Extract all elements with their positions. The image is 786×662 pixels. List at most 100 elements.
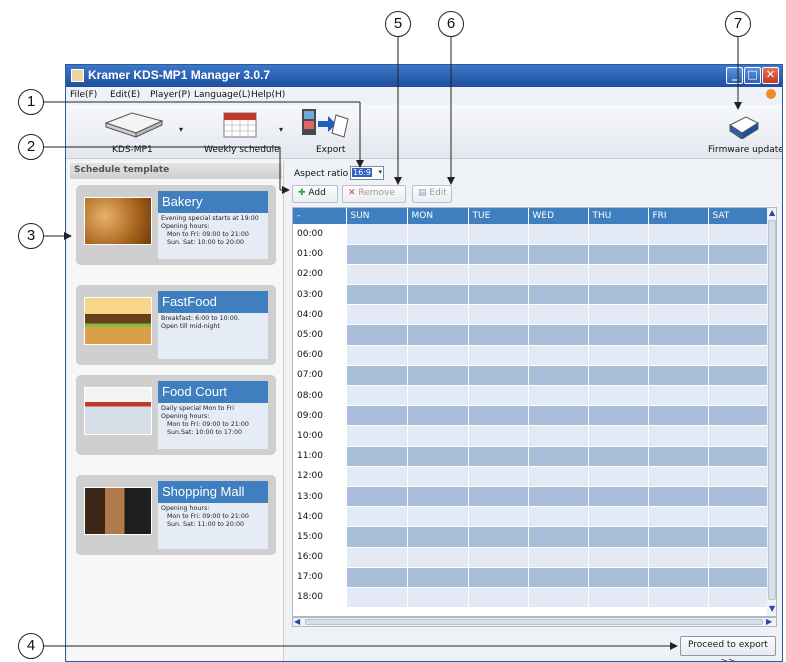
vertical-scroll-thumb[interactable] [768, 220, 776, 600]
schedule-slot-cell[interactable] [346, 324, 408, 346]
schedule-slot-cell[interactable] [407, 425, 469, 447]
schedule-slot-cell[interactable] [468, 304, 529, 326]
schedule-slot-cell[interactable] [528, 244, 589, 265]
schedule-slot-cell[interactable] [528, 446, 589, 467]
schedule-slot-cell[interactable] [468, 547, 529, 568]
schedule-slot-cell[interactable] [346, 587, 408, 609]
schedule-slot-cell[interactable] [708, 324, 768, 346]
schedule-slot-cell[interactable] [528, 324, 589, 346]
schedule-slot-cell[interactable] [407, 304, 469, 326]
schedule-slot-cell[interactable] [468, 345, 529, 366]
schedule-slot-cell[interactable] [468, 264, 529, 286]
schedule-slot-cell[interactable] [648, 405, 709, 427]
schedule-slot-cell[interactable] [407, 587, 469, 609]
schedule-slot-cell[interactable] [648, 547, 709, 568]
schedule-slot-cell[interactable] [346, 547, 408, 568]
schedule-slot-cell[interactable] [468, 466, 529, 487]
schedule-slot-cell[interactable] [588, 506, 649, 528]
device-button[interactable]: KDS-MP1 [94, 105, 174, 159]
schedule-slot-cell[interactable] [407, 264, 469, 286]
schedule-slot-cell[interactable] [588, 365, 649, 387]
minimize-button[interactable]: _ [726, 67, 743, 84]
schedule-slot-cell[interactable] [708, 547, 768, 568]
schedule-slot-cell[interactable] [588, 567, 649, 588]
schedule-slot-cell[interactable] [346, 284, 408, 306]
schedule-slot-cell[interactable] [468, 526, 529, 548]
schedule-slot-cell[interactable] [407, 224, 469, 245]
add-button[interactable]: ✚ Add [292, 185, 338, 203]
schedule-slot-cell[interactable] [468, 425, 529, 447]
device-dropdown-icon[interactable]: ▾ [179, 125, 183, 134]
schedule-slot-cell[interactable] [528, 526, 589, 548]
schedule-slot-cell[interactable] [407, 547, 469, 568]
schedule-slot-cell[interactable] [468, 284, 529, 306]
schedule-slot-cell[interactable] [346, 365, 408, 387]
schedule-slot-cell[interactable] [528, 547, 589, 568]
schedule-slot-cell[interactable] [588, 425, 649, 447]
schedule-slot-cell[interactable] [346, 385, 408, 407]
schedule-slot-cell[interactable] [528, 405, 589, 427]
schedule-slot-cell[interactable] [346, 466, 408, 487]
vertical-scrollbar[interactable]: ▲ ▼ [767, 208, 776, 616]
schedule-slot-cell[interactable] [708, 506, 768, 528]
schedule-slot-cell[interactable] [708, 587, 768, 609]
schedule-slot-cell[interactable] [708, 425, 768, 447]
schedule-slot-cell[interactable] [346, 405, 408, 427]
horizontal-scrollbar[interactable]: ◀ ▶ [292, 617, 777, 627]
schedule-slot-cell[interactable] [468, 446, 529, 467]
schedule-slot-cell[interactable] [648, 365, 709, 387]
scroll-right-icon[interactable]: ▶ [766, 617, 772, 626]
schedule-slot-cell[interactable] [528, 345, 589, 366]
schedule-slot-cell[interactable] [468, 506, 529, 528]
schedule-slot-cell[interactable] [528, 466, 589, 487]
schedule-slot-cell[interactable] [346, 224, 408, 245]
schedule-slot-cell[interactable] [346, 506, 408, 528]
edit-button[interactable]: ▤ Edit [412, 185, 452, 203]
schedule-slot-cell[interactable] [588, 324, 649, 346]
schedule-slot-cell[interactable] [588, 526, 649, 548]
schedule-slot-cell[interactable] [528, 486, 589, 508]
menu-edit[interactable]: Edit(E) [110, 90, 140, 100]
weekly-schedule-button[interactable]: Weekly schedule [198, 105, 282, 159]
menu-language[interactable]: Language(L) [194, 90, 250, 100]
menu-player[interactable]: Player(P) [150, 90, 190, 100]
schedule-slot-cell[interactable] [708, 304, 768, 326]
schedule-slot-cell[interactable] [648, 264, 709, 286]
template-card-food-court[interactable]: Food Court Daily special Mon to Fri Open… [76, 375, 276, 455]
help-icon[interactable] [766, 89, 776, 99]
horizontal-scroll-thumb[interactable] [305, 619, 763, 625]
schedule-slot-cell[interactable] [648, 284, 709, 306]
schedule-slot-cell[interactable] [588, 466, 649, 487]
schedule-slot-cell[interactable] [588, 486, 649, 508]
schedule-slot-cell[interactable] [648, 385, 709, 407]
schedule-slot-cell[interactable] [468, 567, 529, 588]
schedule-slot-cell[interactable] [648, 567, 709, 588]
schedule-slot-cell[interactable] [708, 345, 768, 366]
schedule-slot-cell[interactable] [407, 345, 469, 366]
menu-file[interactable]: File(F) [70, 90, 97, 100]
schedule-slot-cell[interactable] [648, 425, 709, 447]
schedule-slot-cell[interactable] [648, 324, 709, 346]
schedule-slot-cell[interactable] [468, 486, 529, 508]
schedule-slot-cell[interactable] [468, 224, 529, 245]
schedule-slot-cell[interactable] [346, 264, 408, 286]
schedule-slot-cell[interactable] [528, 365, 589, 387]
schedule-slot-cell[interactable] [346, 304, 408, 326]
schedule-slot-cell[interactable] [588, 224, 649, 245]
schedule-slot-cell[interactable] [528, 385, 589, 407]
scroll-down-icon[interactable]: ▼ [769, 604, 775, 613]
schedule-slot-cell[interactable] [708, 284, 768, 306]
schedule-slot-cell[interactable] [648, 446, 709, 467]
template-card-shopping-mall[interactable]: Shopping Mall Opening hours: Mon to Fri:… [76, 475, 276, 555]
schedule-slot-cell[interactable] [708, 567, 768, 588]
schedule-slot-cell[interactable] [708, 486, 768, 508]
schedule-slot-cell[interactable] [407, 486, 469, 508]
schedule-slot-cell[interactable] [708, 264, 768, 286]
schedule-slot-cell[interactable] [528, 587, 589, 609]
weekly-dropdown-icon[interactable]: ▾ [279, 125, 283, 134]
schedule-slot-cell[interactable] [407, 365, 469, 387]
schedule-slot-cell[interactable] [468, 244, 529, 265]
schedule-slot-cell[interactable] [648, 466, 709, 487]
schedule-slot-cell[interactable] [468, 587, 529, 609]
schedule-slot-cell[interactable] [346, 425, 408, 447]
